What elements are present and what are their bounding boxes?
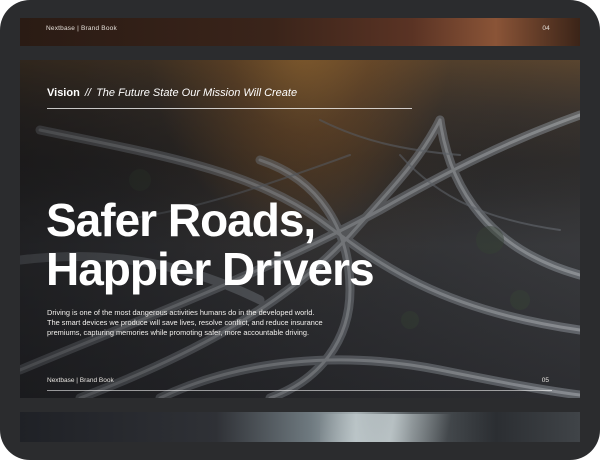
next-page-photo-highlight — [320, 414, 480, 442]
body-paragraph: Driving is one of the most dangerous act… — [47, 308, 323, 338]
vision-separator: // — [84, 87, 91, 99]
next-page-slide[interactable] — [20, 412, 580, 442]
vision-subtitle: The Future State Our Mission Will Create — [96, 87, 298, 99]
previous-page-slide[interactable]: Nextbase | Brand Book 04 — [20, 18, 580, 46]
heading-divider — [47, 108, 412, 109]
previous-page-number: 04 — [542, 25, 550, 32]
vision-label: Vision — [47, 87, 80, 99]
footer-brand: Nextbase | Brand Book — [47, 377, 114, 384]
vision-slide: Vision // The Future State Our Mission W… — [20, 60, 580, 398]
footer-divider — [47, 390, 552, 391]
tablet-frame: Nextbase | Brand Book 04 Vision // The F… — [0, 0, 600, 460]
headline-line-1: Safer Roads, — [46, 194, 316, 246]
previous-page-brand: Nextbase | Brand Book — [46, 25, 117, 32]
vision-heading: Vision // The Future State Our Mission W… — [47, 87, 297, 99]
page-headline: Safer Roads, Happier Drivers — [46, 194, 375, 295]
footer-page-number: 05 — [541, 377, 549, 384]
headline-line-2: Happier Drivers — [46, 243, 375, 295]
